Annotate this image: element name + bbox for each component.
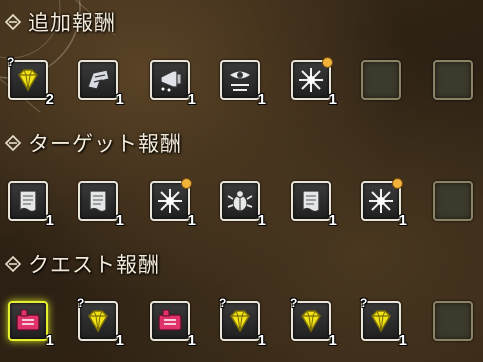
ticket-icon: [158, 309, 182, 331]
item-count: 1: [328, 91, 337, 108]
ticket-icon: [16, 309, 40, 331]
scroll-icon: [89, 190, 107, 213]
item-count: 1: [187, 91, 196, 108]
section-header-quest-rewards: クエスト報酬: [0, 248, 160, 280]
gem-icon: [88, 310, 108, 333]
gem-icon: [230, 310, 250, 333]
empty-reward-slot: [433, 60, 473, 100]
eye-scroll-icon: [227, 70, 253, 91]
gem-icon: [18, 69, 38, 92]
item-count: 1: [257, 332, 266, 349]
reward-slot[interactable]: ? 1: [219, 296, 266, 349]
gem-icon: [301, 310, 321, 333]
spark-icon: [299, 68, 323, 92]
reward-slot[interactable]: 1: [361, 178, 407, 229]
reward-slot[interactable]: 1: [150, 178, 196, 229]
reward-slot[interactable]: 1: [78, 181, 124, 229]
scroll-icon: [19, 190, 37, 213]
horn-icon: [160, 70, 182, 92]
section-rune-icon: [4, 13, 22, 31]
section-rune-icon: [4, 134, 22, 152]
reward-slot[interactable]: 1: [291, 181, 337, 229]
item-count: 1: [187, 332, 196, 349]
reward-slot[interactable]: 1: [150, 301, 196, 349]
empty-reward-slot: [433, 301, 473, 341]
gem-icon: [371, 310, 391, 333]
item-count: 1: [328, 212, 337, 229]
item-count: 1: [398, 212, 407, 229]
reward-slot[interactable]: 1: [8, 181, 54, 229]
item-count: 1: [257, 91, 266, 108]
reward-slot[interactable]: ? 2: [7, 55, 54, 108]
item-count: 1: [187, 212, 196, 229]
reward-slot[interactable]: 1: [150, 60, 196, 108]
reward-slot[interactable]: 1: [78, 60, 124, 108]
section-title: ターゲット報酬: [28, 132, 182, 156]
section-rune-icon: [4, 255, 22, 273]
reward-slot[interactable]: ? 1: [290, 296, 337, 349]
item-count: 1: [398, 332, 407, 349]
scroll-icon: [302, 190, 320, 213]
reward-slot-selected[interactable]: 1: [8, 301, 54, 349]
section-title: 追加報酬: [28, 11, 116, 35]
section-header-target-rewards: ターゲット報酬: [0, 127, 182, 159]
section-header-additional-rewards: 追加報酬: [0, 6, 116, 38]
reward-row-target: 1 1 1 1 1 1: [0, 178, 483, 241]
reward-row-additional: ? 2 1 1 1 1: [0, 55, 483, 120]
reward-slot[interactable]: ? 1: [360, 296, 407, 349]
item-count: 1: [257, 212, 266, 229]
bug-icon: [227, 189, 253, 212]
empty-reward-slot: [433, 181, 473, 221]
item-count: 1: [115, 332, 124, 349]
section-title: クエスト報酬: [28, 253, 160, 277]
armor-piece-icon: [87, 69, 110, 90]
item-count: 1: [45, 212, 54, 229]
item-count: 1: [328, 332, 337, 349]
spark-icon: [369, 189, 393, 213]
reward-slot[interactable]: 1: [220, 181, 266, 229]
reward-slot[interactable]: 1: [291, 57, 337, 108]
item-count: 1: [45, 332, 54, 349]
reward-slot[interactable]: ? 1: [77, 296, 124, 349]
item-count: 1: [115, 91, 124, 108]
item-count: 2: [45, 91, 54, 108]
spark-icon: [158, 189, 182, 213]
empty-reward-slot: [361, 60, 401, 100]
reward-slot[interactable]: 1: [220, 60, 266, 108]
reward-row-quest: 1 ? 1 1 ? 1 ? 1 ? 1: [0, 296, 483, 361]
item-count: 1: [115, 212, 124, 229]
